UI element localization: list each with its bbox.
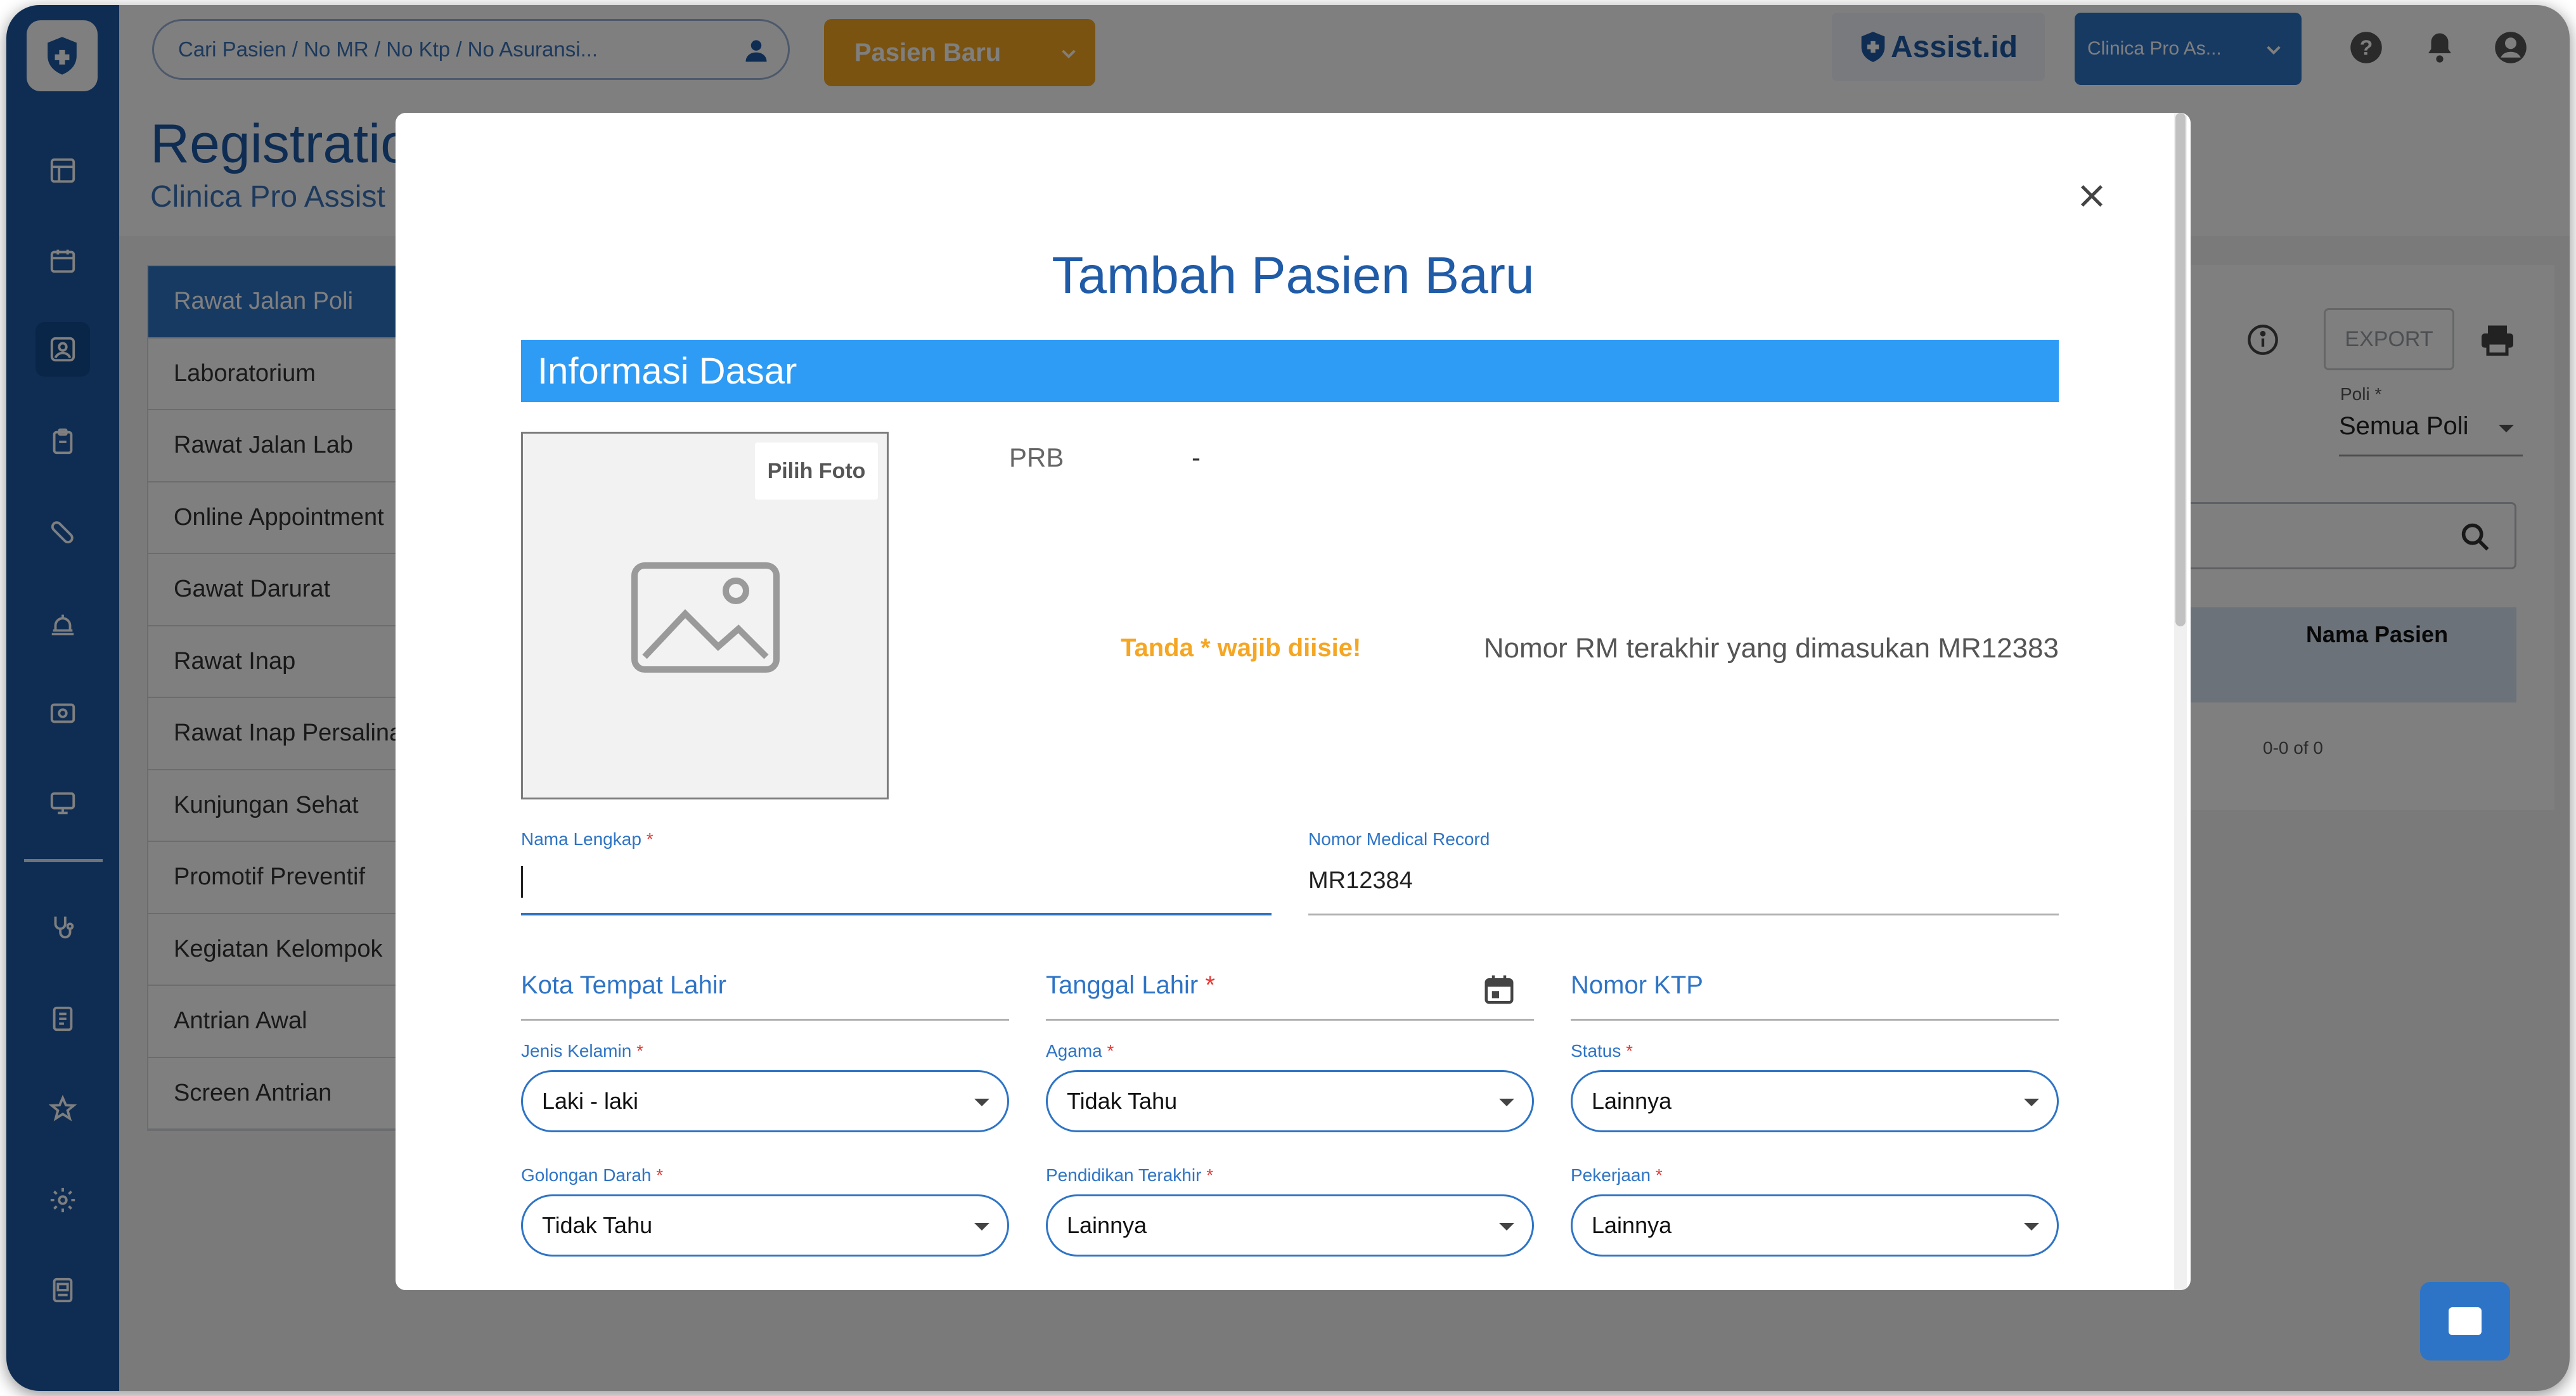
agama-label: Agama * (1046, 1041, 1114, 1061)
prb-label: PRB (1009, 443, 1064, 472)
dropdown-arrow-icon (1499, 1099, 1514, 1106)
dropdown-arrow-icon (974, 1099, 989, 1106)
kota-tempat-lahir-label: Kota Tempat Lahir (521, 971, 726, 999)
app-window: Cari Pasien / No MR / No Ktp / No Asuran… (6, 5, 2570, 1391)
image-placeholder-icon (631, 562, 780, 673)
kota-tempat-lahir-input[interactable]: Kota Tempat Lahir (521, 962, 1009, 1021)
label-text: Nama Lengkap (521, 829, 641, 849)
section-header: Informasi Dasar (521, 340, 2059, 402)
close-icon[interactable] (2075, 179, 2108, 212)
last-rm-note: Nomor RM terakhir yang dimasukan MR12383 (1483, 633, 2059, 664)
status-select[interactable]: Lainnya (1571, 1070, 2059, 1132)
text-caret (521, 866, 523, 898)
required-asterisk: * (636, 1041, 643, 1061)
required-asterisk: * (656, 1165, 664, 1185)
label-text: Golongan Darah (521, 1165, 652, 1185)
status-value: Lainnya (1592, 1088, 1672, 1114)
pendidikan-terakhir-label: Pendidikan Terakhir * (1046, 1165, 1213, 1186)
pekerjaan-select[interactable]: Lainnya (1571, 1194, 2059, 1257)
dropdown-arrow-icon (974, 1223, 989, 1231)
golongan-darah-label: Golongan Darah * (521, 1165, 663, 1186)
calendar-icon[interactable] (1482, 973, 1516, 1007)
nama-lengkap-label: Nama Lengkap * (521, 829, 654, 850)
required-asterisk: * (1655, 1165, 1663, 1185)
pekerjaan-value: Lainnya (1592, 1212, 1672, 1238)
nama-lengkap-input[interactable] (521, 853, 1272, 915)
required-asterisk: * (1205, 971, 1215, 999)
tanggal-lahir-label: Tanggal Lahir * (1046, 971, 1215, 1000)
jenis-kelamin-label: Jenis Kelamin * (521, 1041, 643, 1061)
golongan-darah-select[interactable]: Tidak Tahu (521, 1194, 1009, 1257)
label-text: Pekerjaan (1571, 1165, 1651, 1185)
add-patient-modal: Tambah Pasien Baru Informasi Dasar Pilih… (396, 113, 2191, 1290)
dropdown-arrow-icon (2024, 1223, 2039, 1231)
required-asterisk: * (1206, 1165, 1214, 1185)
prb-value: - (1192, 443, 1201, 472)
required-note: Tanda * wajib diisie! (1121, 634, 1362, 662)
dropdown-arrow-icon (2024, 1099, 2039, 1106)
jenis-kelamin-select[interactable]: Laki - laki (521, 1070, 1009, 1132)
modal-title: Tambah Pasien Baru (1052, 247, 1535, 304)
label-text: Agama (1046, 1041, 1102, 1061)
required-asterisk: * (1107, 1041, 1114, 1061)
agama-select[interactable]: Tidak Tahu (1046, 1070, 1534, 1132)
nomor-mr-label: Nomor Medical Record (1308, 829, 1490, 849)
label-text: Tanggal Lahir (1046, 971, 1199, 999)
label-text: Jenis Kelamin (521, 1041, 632, 1061)
chat-icon (2449, 1307, 2482, 1335)
nomor-mr-input[interactable]: MR12384 (1308, 853, 2059, 915)
tanggal-lahir-input[interactable]: Tanggal Lahir * (1046, 962, 1534, 1021)
nomor-ktp-label: Nomor KTP (1571, 971, 1703, 999)
dropdown-arrow-icon (1499, 1223, 1514, 1231)
required-asterisk: * (646, 829, 654, 849)
chat-button[interactable] (2420, 1282, 2510, 1360)
golongan-darah-value: Tidak Tahu (542, 1212, 653, 1238)
nomor-mr-value: MR12384 (1308, 867, 1413, 894)
pendidikan-terakhir-value: Lainnya (1067, 1212, 1147, 1238)
nomor-ktp-input[interactable]: Nomor KTP (1571, 962, 2059, 1021)
label-text: Status (1571, 1041, 1621, 1061)
pekerjaan-label: Pekerjaan * (1571, 1165, 1663, 1186)
scrollbar-thumb[interactable] (2175, 113, 2186, 626)
label-text: Pendidikan Terakhir (1046, 1165, 1202, 1185)
photo-upload-area[interactable]: Pilih Foto (521, 432, 889, 799)
agama-value: Tidak Tahu (1067, 1088, 1178, 1114)
jenis-kelamin-value: Laki - laki (542, 1088, 639, 1114)
required-asterisk: * (1626, 1041, 1633, 1061)
status-label: Status * (1571, 1041, 1633, 1061)
pendidikan-terakhir-select[interactable]: Lainnya (1046, 1194, 1534, 1257)
choose-photo-button[interactable]: Pilih Foto (755, 443, 878, 500)
